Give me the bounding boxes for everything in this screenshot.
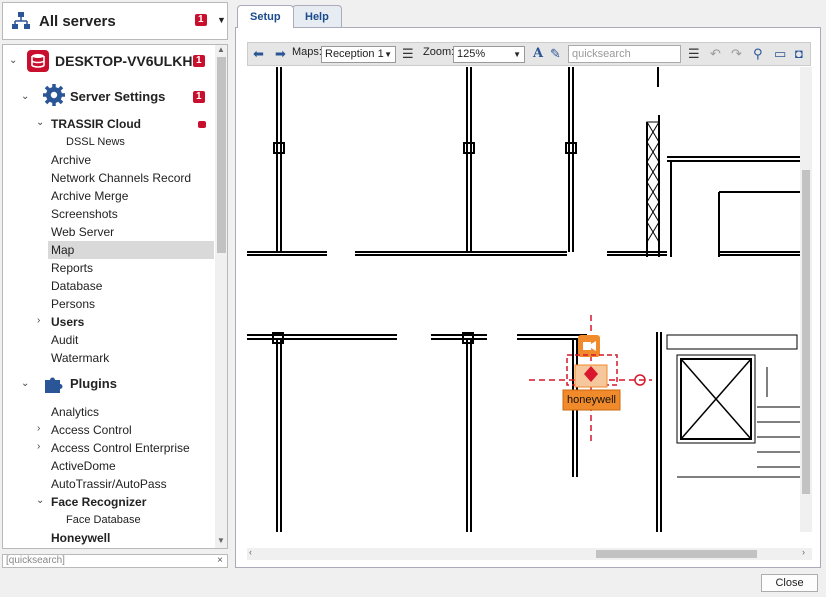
sidebar-item-honeywell[interactable]: Honeywell <box>51 529 110 547</box>
back-arrow-icon[interactable]: ⬅ <box>253 46 264 62</box>
map-horizontal-scrollbar[interactable]: ‹ › <box>247 547 812 560</box>
tree-search-input[interactable]: [quicksearch] × <box>2 554 228 568</box>
settings-badge: 1 <box>193 91 205 103</box>
zoom-selected-value: 125% <box>457 48 486 60</box>
chevron-down-icon: ▼ <box>384 50 392 59</box>
pin-icon[interactable]: ⚲ <box>753 46 763 62</box>
sidebar-item-map[interactable]: Map <box>48 241 214 259</box>
scroll-thumb[interactable] <box>596 550 757 558</box>
scroll-thumb[interactable] <box>802 170 810 494</box>
all-servers-title: All servers <box>39 12 116 30</box>
status-dot <box>198 121 206 128</box>
server-name[interactable]: DESKTOP-VV6ULKH <box>55 52 192 70</box>
tree-search-placeholder: [quicksearch] <box>6 555 65 566</box>
plugins-label[interactable]: Plugins <box>70 375 117 393</box>
scroll-down-icon[interactable]: ▼ <box>217 536 225 545</box>
map-search-input[interactable]: quicksearch <box>568 45 681 63</box>
sidebar-item-web-server[interactable]: Web Server <box>51 223 114 241</box>
maps-selected-value: Reception 1 <box>325 48 384 60</box>
redo-icon[interactable]: ↷ <box>731 46 742 62</box>
chevron-down-icon[interactable]: ▼ <box>217 15 226 25</box>
sidebar-item-reports[interactable]: Reports <box>51 259 93 277</box>
chevron-right-icon[interactable]: › <box>37 423 40 434</box>
clear-icon[interactable]: × <box>217 555 223 567</box>
sidebar-item-audit[interactable]: Audit <box>51 331 78 349</box>
list-icon[interactable]: ☰ <box>688 46 700 62</box>
map-settings-panel: ⬅ ➡ Maps: Reception 1 ▼ ☰ Zoom: 125% ▼ A… <box>235 27 821 568</box>
chevron-expanded-icon[interactable]: ⌄ <box>21 91 29 102</box>
tab-help[interactable]: Help <box>292 5 342 27</box>
sidebar-item-watermark[interactable]: Watermark <box>51 349 109 367</box>
sidebar-item-trassir-cloud[interactable]: TRASSIR Cloud <box>51 115 141 133</box>
chevron-right-icon[interactable]: › <box>37 315 40 326</box>
sidebar-item-access-control-enterprise[interactable]: Access Control Enterprise <box>51 439 190 457</box>
all-servers-header[interactable]: All servers 1 ▼ <box>2 2 228 40</box>
scroll-left-icon[interactable]: ‹ <box>249 547 252 557</box>
sidebar-item-analytics[interactable]: Analytics <box>51 403 99 421</box>
ruler-icon[interactable]: ▭ <box>774 46 786 62</box>
scroll-up-icon[interactable]: ▲ <box>217 45 225 54</box>
sidebar-item-dssl-news[interactable]: DSSL News <box>66 133 125 151</box>
alert-badge: 1 <box>195 14 207 26</box>
floor-plan-map[interactable]: honeywell <box>247 67 800 532</box>
sidebar-item-database[interactable]: Database <box>51 277 102 295</box>
list-icon[interactable]: ☰ <box>402 46 414 62</box>
sidebar-item-autotrassir[interactable]: AutoTrassir/AutoPass <box>51 475 167 493</box>
server-settings-label[interactable]: Server Settings <box>70 88 165 106</box>
tree-scrollbar[interactable]: ▲ ▼ <box>215 45 227 548</box>
chevron-expanded-icon[interactable]: ⌄ <box>36 495 44 506</box>
sidebar-item-persons[interactable]: Persons <box>51 295 95 313</box>
puzzle-icon <box>45 377 63 393</box>
chevron-expanded-icon[interactable]: ⌄ <box>36 117 44 128</box>
frame-icon[interactable]: ◘ <box>795 46 803 61</box>
sidebar-item-archive-merge[interactable]: Archive Merge <box>51 187 128 205</box>
sidebar-item-activedome[interactable]: ActiveDome <box>51 457 116 475</box>
sidebar-item-archive[interactable]: Archive <box>51 151 91 169</box>
device-label[interactable]: honeywell <box>563 390 620 410</box>
sidebar-item-face-database[interactable]: Face Database <box>66 511 141 529</box>
server-badge: 1 <box>193 55 205 67</box>
tab-setup[interactable]: Setup <box>237 5 294 28</box>
sidebar-item-screenshots[interactable]: Screenshots <box>51 205 118 223</box>
network-icon <box>12 12 30 29</box>
chevron-right-icon[interactable]: › <box>37 441 40 452</box>
floor-plan-drawing <box>247 67 800 532</box>
sidebar-item-face-recognizer[interactable]: Face Recognizer <box>51 493 146 511</box>
sidebar-item-access-control[interactable]: Access Control <box>51 421 132 439</box>
pencil-icon[interactable]: ✎ <box>550 46 561 62</box>
undo-icon[interactable]: ↶ <box>710 46 721 62</box>
sidebar-item-network-channels-record[interactable]: Network Channels Record <box>51 169 191 187</box>
zoom-label: Zoom: <box>423 46 455 58</box>
forward-arrow-icon[interactable]: ➡ <box>275 46 286 62</box>
chevron-down-icon: ▼ <box>513 50 521 59</box>
zoom-select[interactable]: 125% ▼ <box>453 46 525 63</box>
server-icon <box>27 50 49 72</box>
map-search-placeholder: quicksearch <box>572 48 631 60</box>
chevron-expanded-icon[interactable]: ⌄ <box>9 55 17 66</box>
maps-select[interactable]: Reception 1 ▼ <box>321 46 396 63</box>
text-icon[interactable]: A <box>533 46 543 61</box>
chevron-expanded-icon[interactable]: ⌄ <box>21 378 29 389</box>
close-button[interactable]: Close <box>761 574 818 592</box>
scroll-thumb[interactable] <box>217 57 226 253</box>
maps-label: Maps: <box>292 46 322 58</box>
map-vertical-scrollbar[interactable] <box>800 67 812 532</box>
gear-icon <box>43 84 65 106</box>
sidebar-item-users[interactable]: Users <box>51 313 84 331</box>
map-toolbar: ⬅ ➡ Maps: Reception 1 ▼ ☰ Zoom: 125% ▼ A… <box>247 42 811 66</box>
scroll-right-icon[interactable]: › <box>802 547 805 557</box>
server-tree: ⌄ DESKTOP-VV6ULKH 1 ⌄ Server Settings 1 … <box>2 44 228 549</box>
